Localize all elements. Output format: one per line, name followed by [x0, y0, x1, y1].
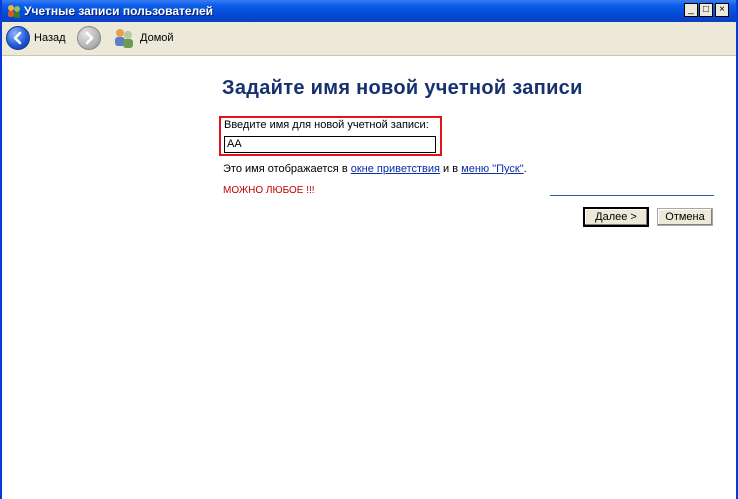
hint-prefix: Это имя отображается в — [223, 163, 351, 175]
start-menu-link[interactable]: меню "Пуск" — [461, 163, 523, 175]
account-name-input[interactable]: АА — [224, 136, 436, 153]
title-bar[interactable]: Учетные записи пользователей _ □ × — [2, 0, 736, 22]
hint-middle: и в — [440, 163, 462, 175]
name-field-label: Введите имя для новой учетной записи: — [224, 119, 429, 131]
user-accounts-icon — [8, 5, 20, 18]
back-label: Назад — [34, 32, 66, 44]
window-title: Учетные записи пользователей — [24, 4, 214, 18]
back-button[interactable]: Назад — [6, 25, 66, 51]
main-content: Задайте имя новой учетной записи Введите… — [2, 56, 736, 499]
annotation-note: МОЖНО ЛЮБОЕ !!! — [223, 185, 315, 196]
maximize-button[interactable]: □ — [699, 3, 713, 17]
next-button[interactable]: Далее > — [583, 207, 649, 227]
minimize-button[interactable]: _ — [684, 3, 698, 17]
page-title: Задайте имя новой учетной записи — [222, 77, 583, 99]
close-button[interactable]: × — [715, 3, 729, 17]
name-field-highlight: Введите имя для новой учетной записи: АА — [219, 116, 442, 156]
forward-arrow-icon — [77, 26, 101, 50]
hint-suffix: . — [523, 163, 527, 175]
users-home-icon — [115, 29, 133, 48]
welcome-screen-link[interactable]: окне приветствия — [351, 163, 440, 175]
user-accounts-window: Учетные записи пользователей _ □ × Назад… — [0, 0, 738, 499]
button-divider — [550, 195, 714, 196]
home-label: Домой — [140, 32, 174, 44]
forward-button[interactable] — [77, 25, 101, 51]
home-button[interactable]: Домой — [112, 25, 174, 51]
cancel-button[interactable]: Отмена — [657, 208, 713, 226]
navigation-toolbar: Назад Домой — [2, 22, 736, 56]
back-arrow-icon — [6, 26, 30, 50]
name-hint-text: Это имя отображается в окне приветствия … — [223, 163, 527, 175]
